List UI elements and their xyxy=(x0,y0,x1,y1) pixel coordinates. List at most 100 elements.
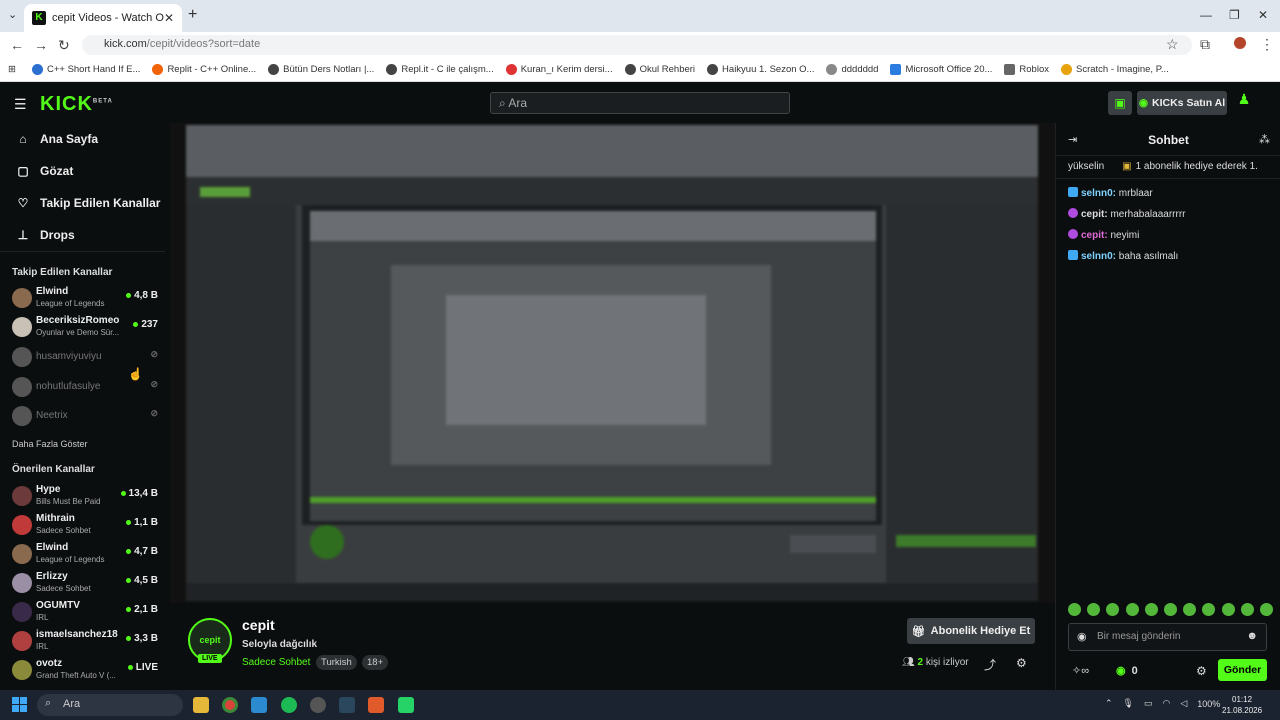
channel-points[interactable]: ✧∞ xyxy=(1072,664,1089,677)
chat-input[interactable]: ◉ Bir mesaj gönderin ☻ xyxy=(1068,623,1267,651)
gift-subscription-button[interactable]: 🎁︎ Abonelik Hediye Et xyxy=(907,618,1035,644)
emote-icon[interactable] xyxy=(1087,603,1101,616)
chat-users-icon[interactable]: ⁂ xyxy=(1259,133,1270,146)
mic-icon[interactable]: 🎙︎ xyxy=(1123,698,1134,709)
bookmark-item[interactable]: Haikyuu 1. Sezon O... xyxy=(707,64,814,75)
minimize-icon[interactable]: — xyxy=(1200,8,1212,22)
spotify-icon[interactable] xyxy=(281,697,297,713)
kick-logo[interactable]: KICKBETA xyxy=(40,93,113,116)
send-button[interactable]: Gönder xyxy=(1218,659,1267,681)
kicks-balance[interactable]: ◉ 0 xyxy=(1116,664,1138,677)
whatsapp-icon[interactable] xyxy=(398,697,414,713)
bookmark-item[interactable]: Roblox xyxy=(1004,64,1049,75)
live-dot-icon xyxy=(127,664,133,670)
nav-home[interactable]: ⌂ Ana Sayfa xyxy=(16,129,98,149)
menu-icon[interactable]: ☰ xyxy=(14,96,27,113)
extensions-icon[interactable]: ⧉ xyxy=(1200,36,1210,53)
bookmark-item[interactable]: Okul Rehberi xyxy=(624,64,695,75)
search-input[interactable]: ⌕ Ara xyxy=(490,92,790,114)
emote-icon[interactable] xyxy=(1259,603,1273,616)
gift-icon[interactable]: ▣ xyxy=(1108,91,1132,115)
app-icon[interactable] xyxy=(310,697,326,713)
emote-icon[interactable] xyxy=(1163,603,1177,616)
steam-icon[interactable] xyxy=(339,697,355,713)
recommended-channel[interactable]: Elwind League of Legends 4,7 B xyxy=(12,540,162,568)
reload-icon[interactable]: ↻ xyxy=(58,37,70,54)
bookmark-item[interactable]: Replit - C++ Online... xyxy=(152,64,256,75)
followed-channel-beceriksizromeo[interactable]: BeceriksizRomeo Oyunlar ve Demo Sür... 2… xyxy=(12,313,162,341)
heart-icon: ♡ xyxy=(17,196,29,210)
tab-search-icon[interactable]: ⌄ xyxy=(8,8,17,21)
chevron-up-icon[interactable]: ⌃ xyxy=(1105,698,1113,709)
battery-level[interactable]: 100% xyxy=(1197,699,1220,709)
avatar xyxy=(12,573,32,593)
wifi-icon[interactable]: ◠ xyxy=(1163,698,1171,709)
bookmark-item[interactable]: Repl.it - C ile çalışm... xyxy=(386,64,494,75)
close-tab-icon[interactable]: ✕ xyxy=(164,11,174,25)
recommended-channel[interactable]: OGUMTV IRL 2,1 B xyxy=(12,598,162,626)
emote-icon[interactable] xyxy=(1106,603,1120,616)
show-more-link[interactable]: Daha Fazla Göster xyxy=(12,439,88,449)
tag-pill[interactable]: 18+ xyxy=(362,655,389,670)
bookmark-star-icon[interactable]: ☆ xyxy=(1166,36,1179,53)
nav-drops[interactable]: ⊥ Drops xyxy=(16,225,75,245)
app-icon[interactable] xyxy=(251,697,267,713)
emote-icon[interactable] xyxy=(1221,603,1235,616)
clip-icon[interactable]: ⚙ xyxy=(1016,656,1027,670)
bookmark-item[interactable]: Bütün Ders Notları |... xyxy=(268,64,374,75)
nav-following[interactable]: ♡ Takip Edilen Kanallar xyxy=(16,193,161,213)
nav-browse[interactable]: ▢ Gözat xyxy=(16,161,73,181)
taskbar-search[interactable]: ⌕ Ara xyxy=(37,694,183,716)
browser-tab[interactable]: K cepit Videos - Watch On-Dema ✕ xyxy=(24,4,182,32)
monitor-icon[interactable]: ▭ xyxy=(1144,698,1153,709)
bookmark-item[interactable]: ddddddd xyxy=(826,64,878,75)
profile-avatar[interactable] xyxy=(1234,37,1246,49)
url-field[interactable]: kick.com/cepit/videos?sort=date xyxy=(82,35,1192,55)
emote-icon[interactable] xyxy=(1183,603,1197,616)
viewer-count: 13,4 B xyxy=(120,488,158,499)
windows-start-icon[interactable] xyxy=(12,697,28,713)
browser-menu-icon[interactable]: ⋮ xyxy=(1260,36,1274,53)
emote-icon[interactable] xyxy=(1240,603,1254,616)
recommended-channel[interactable]: ovotz Grand Theft Auto V (... LIVE xyxy=(12,656,162,684)
forward-icon[interactable]: → xyxy=(34,37,48,53)
chat-settings-icon[interactable]: ⚙ xyxy=(1196,664,1207,678)
recommended-channel[interactable]: ismaelsanchez18 IRL 3,3 B xyxy=(12,627,162,655)
file-explorer-icon[interactable] xyxy=(193,697,209,713)
new-tab-icon[interactable]: + xyxy=(188,6,197,24)
emote-icon[interactable] xyxy=(1144,603,1158,616)
recommended-channel[interactable]: Mithrain Sadece Sohbet 1,1 B xyxy=(12,511,162,539)
followed-channel-neetrix[interactable]: Neetrix ⊘ xyxy=(12,402,162,430)
settings-dot-icon[interactable]: ◉ xyxy=(1077,630,1087,643)
buy-kicks-button[interactable]: ◉ KICKs Satın Al xyxy=(1137,91,1227,115)
apps-grid-icon[interactable]: ⊞ xyxy=(8,64,16,75)
bookmark-item[interactable]: Kuran_ı Kerim dersi... xyxy=(505,64,613,75)
close-window-icon[interactable]: ✕ xyxy=(1258,8,1268,22)
emote-icon[interactable] xyxy=(1125,603,1139,616)
bookmark-favicon-icon xyxy=(1060,64,1072,75)
chat-title: Sohbet xyxy=(1148,133,1189,147)
emote-icon[interactable] xyxy=(1202,603,1216,616)
share-icon[interactable]: ⤴ xyxy=(984,656,996,673)
followed-channel-elwind[interactable]: Elwind League of Legends 4,8 B xyxy=(12,284,162,312)
pinned-gift-bar[interactable]: yükselin ▣ 1 abonelik hediye ederek 1. xyxy=(1056,155,1280,179)
user-avatar[interactable]: ♟ xyxy=(1234,91,1254,115)
chrome-icon[interactable] xyxy=(222,697,238,713)
clock[interactable]: 01:12 21.08.2026 xyxy=(1222,694,1262,716)
app-icon[interactable] xyxy=(368,697,384,713)
emoji-icon[interactable]: ☻ xyxy=(1246,630,1258,642)
bookmark-item[interactable]: C++ Short Hand If E... xyxy=(31,64,140,75)
recommended-channel[interactable]: Hype Bills Must Be Paid 13,4 B xyxy=(12,482,162,510)
streamer-name[interactable]: cepit xyxy=(242,617,275,633)
bookmark-item[interactable]: Microsoft Office 20... xyxy=(890,64,992,75)
video-player[interactable] xyxy=(170,123,1055,603)
tag-pill[interactable]: Turkish xyxy=(316,655,357,670)
restore-icon[interactable]: ❐ xyxy=(1229,8,1240,22)
volume-icon[interactable]: ◁ xyxy=(1180,698,1187,709)
recommended-channel[interactable]: Erlizzy Sadece Sohbet 4,5 B xyxy=(12,569,162,597)
recommended-section-title: Önerilen Kanallar xyxy=(12,464,95,475)
emote-icon[interactable] xyxy=(1068,603,1081,616)
back-icon[interactable]: ← xyxy=(10,37,24,53)
bookmark-item[interactable]: Scratch - Imagine, P... xyxy=(1060,64,1169,75)
stream-category[interactable]: Sadece Sohbet xyxy=(242,657,310,668)
